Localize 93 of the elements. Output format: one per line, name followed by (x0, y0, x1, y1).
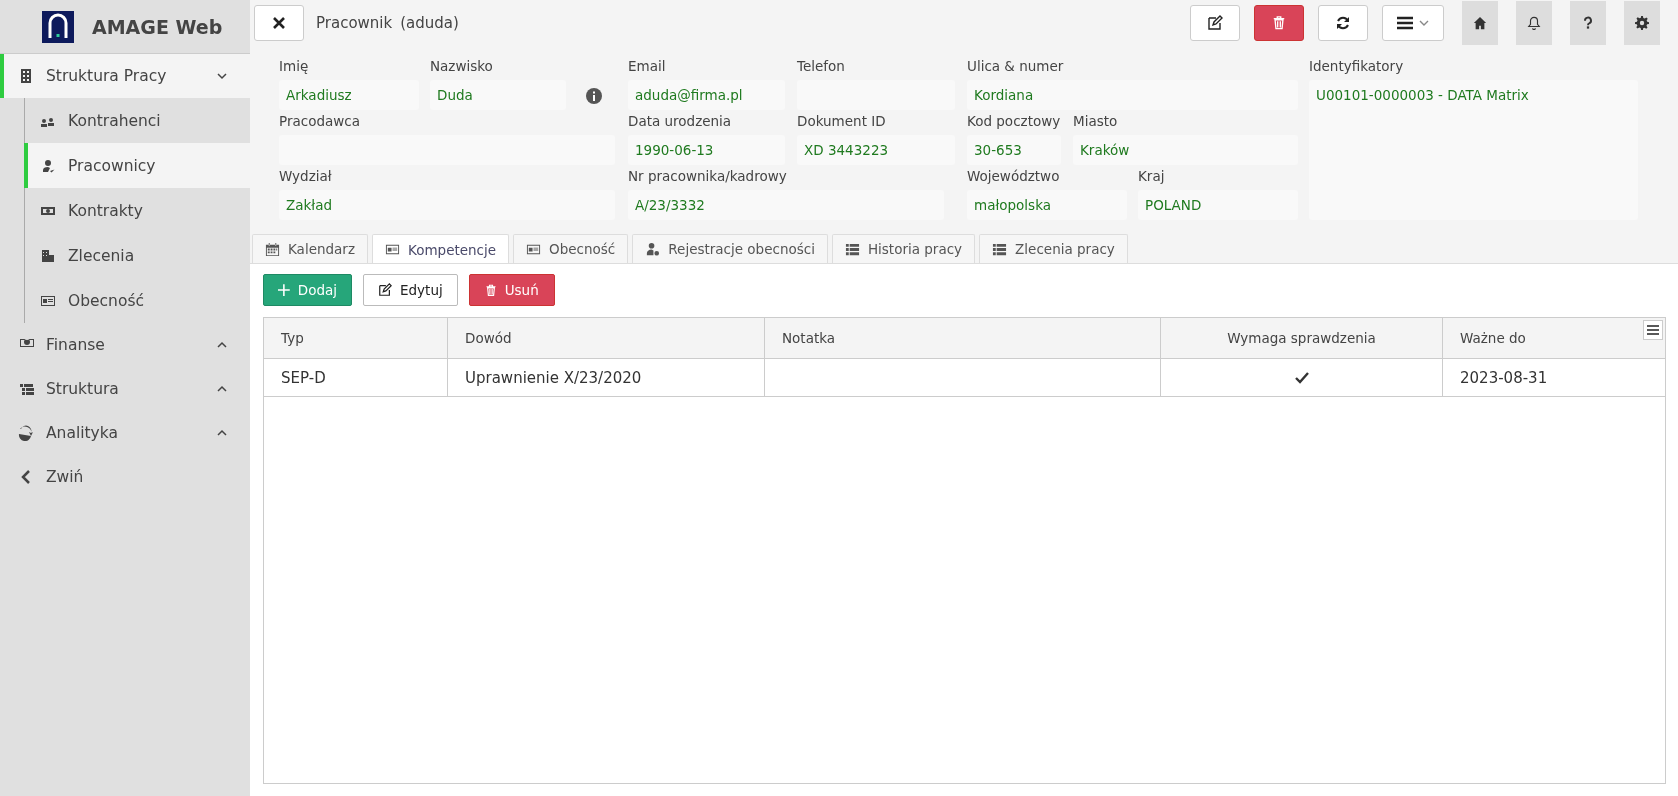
column-header[interactable]: Ważne do (1443, 318, 1665, 358)
edit-button[interactable]: Edytuj (363, 274, 458, 306)
input-field[interactable]: XD 3443223 (797, 135, 955, 165)
close-button[interactable] (254, 5, 304, 41)
home-icon (1473, 16, 1487, 30)
field-label: Kod pocztowy (967, 113, 1061, 129)
field-label: Miasto (1073, 113, 1119, 129)
menu-dropdown-button[interactable] (1382, 5, 1444, 41)
input-field[interactable]: aduda@firma.pl (628, 80, 785, 110)
help-button[interactable] (1570, 1, 1606, 45)
column-menu-icon[interactable] (1643, 320, 1663, 340)
field-label: Nazwisko (430, 58, 494, 74)
tab[interactable]: Historia pracy (831, 234, 976, 263)
tab-icon (385, 242, 400, 257)
page-subtitle: (aduda) (400, 14, 459, 32)
sidebar-item[interactable]: Finanse (0, 323, 250, 367)
caret-icon (1419, 18, 1429, 28)
page-title: Pracownik (316, 14, 393, 32)
sidebar-item[interactable]: Struktura Pracy (0, 54, 250, 98)
menu-icon (1397, 16, 1413, 30)
sidebar-icon (18, 425, 34, 441)
field-label: Wydział (279, 168, 333, 184)
input-field[interactable]: Duda (430, 80, 566, 110)
input-field[interactable]: Zakład (279, 190, 615, 220)
edit-icon (378, 283, 392, 297)
tab[interactable]: Zlecenia pracy (979, 234, 1128, 263)
table-cell: SEP-D (264, 359, 448, 396)
input-field[interactable]: 30-653 (967, 135, 1061, 165)
refresh-icon (1335, 15, 1351, 31)
column-header[interactable]: Wymaga sprawdzenia (1161, 318, 1443, 358)
delete-button[interactable] (1254, 5, 1304, 41)
sidebar-icon (18, 381, 34, 397)
logo-icon (42, 10, 74, 43)
field-label: Telefon (797, 58, 846, 74)
info-icon (586, 88, 602, 104)
table-cell: Uprawnienie X/23/2020 (448, 359, 765, 396)
settings-icon (1635, 16, 1649, 30)
plus-icon (278, 284, 290, 296)
input-field[interactable]: Kraków (1073, 135, 1298, 165)
collapse-button[interactable]: Zwiń (0, 455, 250, 499)
input-field[interactable]: Kordiana (967, 80, 1298, 110)
input-field[interactable]: A/23/3332 (628, 190, 944, 220)
input-field[interactable]: POLAND (1138, 190, 1298, 220)
field-label: Identyfikatory (1309, 58, 1405, 74)
sidebar-item[interactable]: Analityka (0, 411, 250, 455)
tab[interactable]: Kalendarz (252, 234, 368, 263)
refresh-button[interactable] (1318, 5, 1368, 41)
sidebar-icon (40, 247, 56, 264)
sidebar-subitem[interactable]: Pracownicy (24, 143, 250, 188)
input-field[interactable]: Arkadiusz (279, 80, 419, 110)
app-title: AMAGE Web (92, 15, 223, 38)
tab-icon (645, 241, 661, 257)
field-label: Email (628, 58, 667, 74)
trash-icon (1272, 16, 1286, 30)
delete-button[interactable]: Usuń (468, 274, 555, 306)
tab[interactable]: Rejestracje obecności (632, 234, 828, 263)
table-cell-text: 2023-08-31 (1459, 367, 1549, 389)
tab-icon (992, 241, 1008, 257)
sidebar-subitem[interactable]: Obecność (24, 278, 250, 323)
field-label: Pracodawca (279, 113, 361, 129)
field-label: Ulica & numer (967, 58, 1065, 74)
field-label: Imię (279, 58, 310, 74)
input-field[interactable]: U00101-0000003 - DATA Matrix (1309, 80, 1638, 220)
field-label: Nr pracownika/kadrowy (628, 168, 788, 184)
column-header[interactable]: Typ (264, 318, 448, 358)
sidebar-subitem[interactable]: Kontrahenci (24, 98, 250, 143)
help-icon (1582, 16, 1594, 30)
column-header[interactable]: Notatka (765, 318, 1161, 358)
notifications-button[interactable] (1516, 1, 1552, 45)
sidebar-icon (18, 68, 34, 84)
chevron-icon (216, 70, 228, 82)
home-button[interactable] (1462, 1, 1498, 45)
sidebar-subitem[interactable]: Kontrakty (24, 188, 250, 233)
input-field[interactable]: 1990-06-13 (628, 135, 785, 165)
tab[interactable]: Obecność (513, 234, 629, 263)
bell-icon (1527, 16, 1541, 30)
field-label: Dokument ID (797, 113, 887, 129)
sidebar-icon (40, 157, 56, 174)
field-label: Kraj (1138, 168, 1166, 184)
trash-icon (484, 283, 497, 297)
field-label: Województwo (967, 168, 1061, 184)
tab[interactable]: Kompetencje (372, 234, 510, 264)
column-header[interactable]: Dowód (448, 318, 765, 358)
field-label: Data urodzenia (628, 113, 733, 129)
sidebar-item[interactable]: Struktura (0, 367, 250, 411)
edit-button[interactable] (1190, 5, 1240, 41)
edit-icon (1207, 15, 1223, 31)
tab-icon (265, 241, 280, 257)
tab-icon (844, 241, 860, 257)
input-field[interactable]: małopolska (967, 190, 1127, 220)
settings-button[interactable] (1624, 1, 1660, 45)
close-icon (272, 16, 286, 30)
sidebar-subitem[interactable]: Zlecenia (24, 233, 250, 278)
